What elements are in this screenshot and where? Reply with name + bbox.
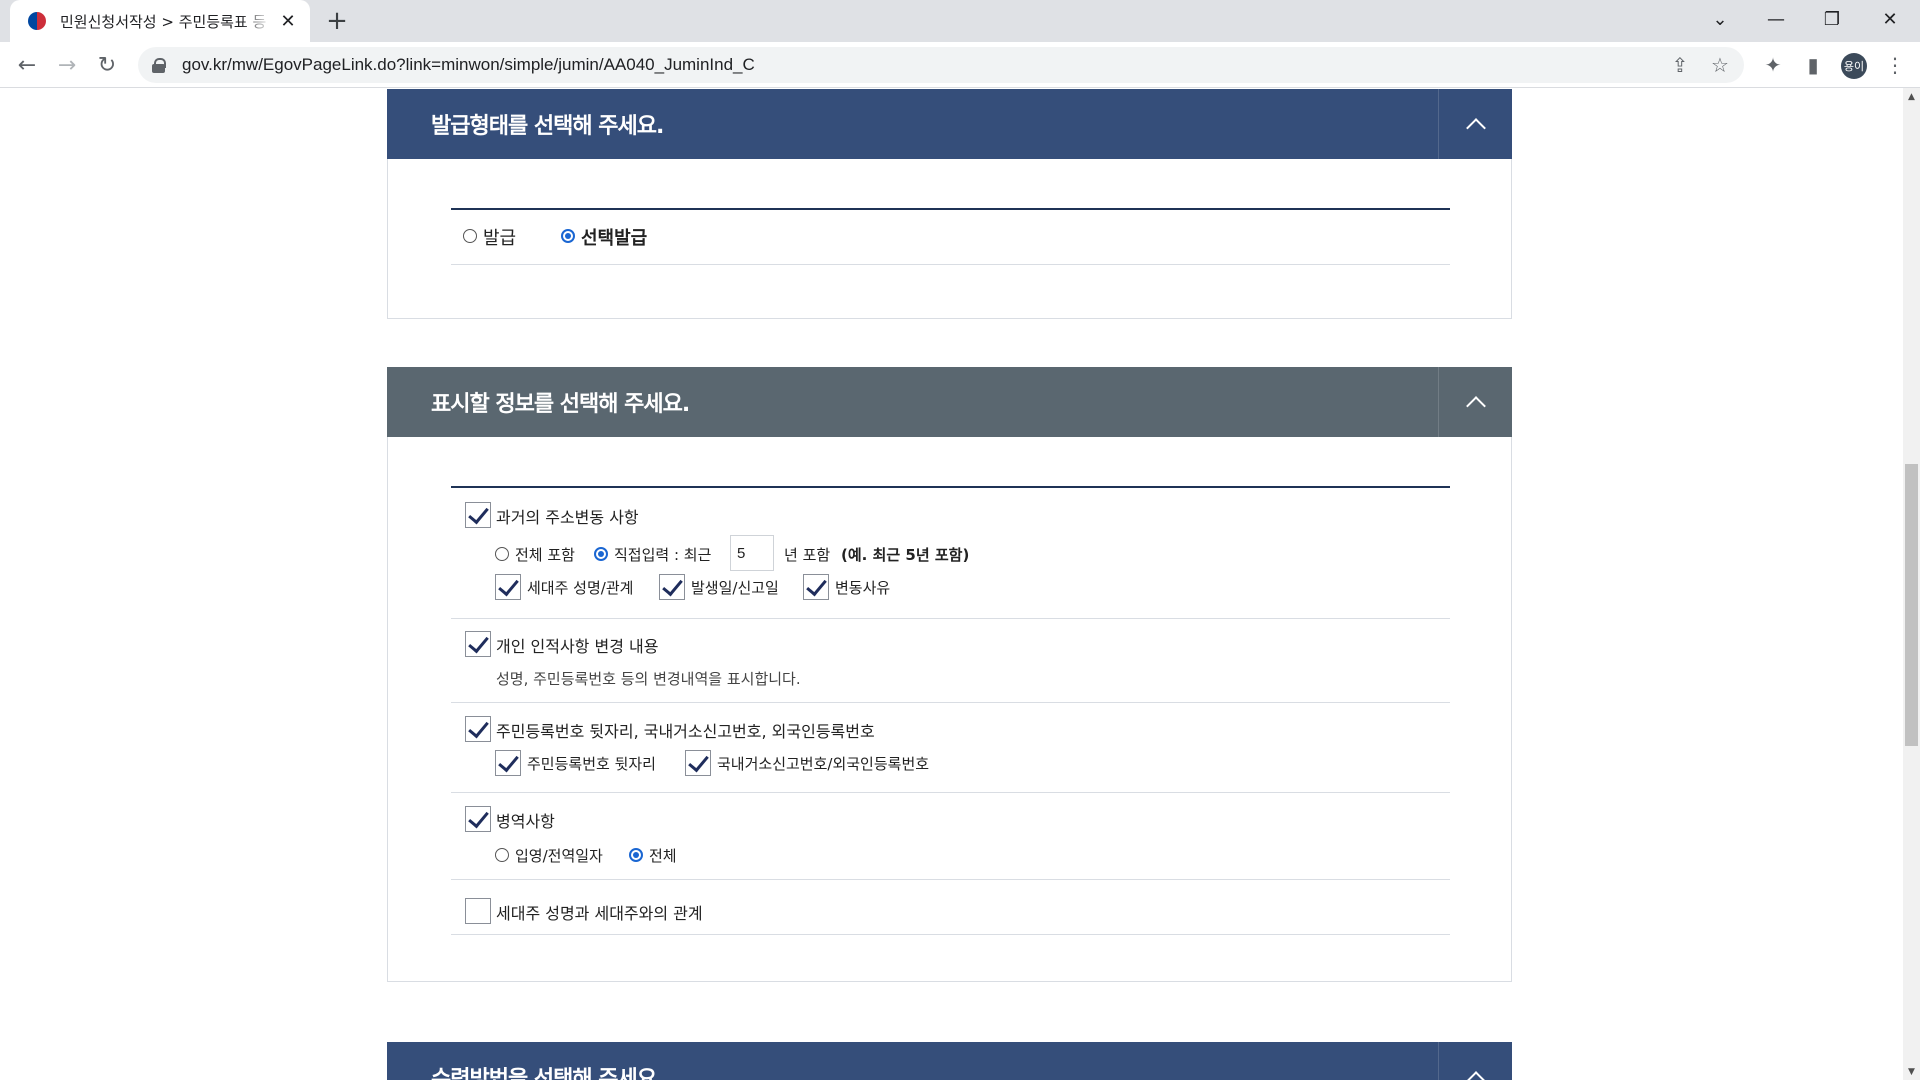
lock-icon[interactable] [152, 58, 166, 73]
display-info-header[interactable]: 표시할 정보를 선택해 주세요. [387, 367, 1512, 437]
url-text[interactable]: gov.kr/mw/EgovPageLink.do?link=minwon/si… [182, 55, 755, 75]
divider [451, 792, 1450, 793]
extensions-icon[interactable]: ✦ [1758, 50, 1788, 80]
forward-icon[interactable]: → [52, 50, 82, 80]
tab-close-icon[interactable]: ✕ [278, 11, 298, 32]
display-info-collapse-button[interactable] [1438, 367, 1512, 437]
radio-military-dates[interactable] [495, 848, 509, 862]
new-tab-button[interactable]: + [322, 6, 352, 36]
checkbox-address-history[interactable] [465, 502, 491, 528]
checkbox-change-reason[interactable] [803, 574, 829, 600]
scroll-up-arrow-icon[interactable]: ▲ [1903, 88, 1920, 105]
chevron-up-icon [1465, 396, 1486, 416]
issue-type-collapse-button[interactable] [1438, 89, 1512, 159]
address-bar[interactable]: gov.kr/mw/EgovPageLink.do?link=minwon/si… [138, 47, 1744, 83]
radio-military-dates-label[interactable]: 입영/전역일자 [515, 845, 603, 866]
checkbox-householder-name-relation[interactable] [495, 574, 521, 600]
browser-tab-active[interactable]: 민원신청서작성 > 주민등록표 등 ✕ [10, 0, 310, 42]
reload-icon[interactable]: ↻ [92, 50, 122, 80]
radio-military-all-label[interactable]: 전체 [649, 845, 677, 866]
checkbox-householder[interactable] [465, 898, 491, 924]
share-icon[interactable]: ⇪ [1666, 51, 1694, 79]
tab-title: 민원신청서작성 > 주민등록표 등 [60, 12, 267, 31]
display-info-title: 표시할 정보를 선택해 주세요. [431, 392, 690, 417]
years-example-label: (예. 최근 5년 포함) [841, 546, 970, 564]
military-label[interactable]: 병역사항 [496, 808, 555, 832]
radio-address-all[interactable] [495, 547, 509, 561]
householder-name-relation-label[interactable]: 세대주 성명/관계 [527, 577, 633, 598]
minimize-button[interactable]: — [1756, 0, 1796, 38]
back-icon[interactable]: ← [12, 50, 42, 80]
page-viewport: 발급형태를 선택해 주세요. 발급 선택발급 표시할 정보를 선택해 주세요. [0, 88, 1920, 1080]
id-numbers-label[interactable]: 주민등록번호 뒷자리, 국내거소신고번호, 외국인등록번호 [496, 718, 875, 742]
receive-method-header[interactable]: 수령방법을 선택해 주세요. [387, 1042, 1512, 1080]
profile-avatar[interactable]: 용이 [1841, 53, 1867, 79]
site-favicon-icon [28, 12, 46, 30]
page-scrollbar[interactable]: ▲ ▼ [1903, 88, 1920, 1080]
residence-foreigner-number-label[interactable]: 국내거소신고번호/외국인등록번호 [717, 753, 929, 774]
divider [451, 702, 1450, 703]
restore-button[interactable]: ❐ [1812, 0, 1852, 38]
radio-address-direct[interactable] [594, 547, 608, 561]
receive-method-title: 수령방법을 선택해 주세요. [431, 1067, 664, 1080]
receive-method-collapse-button[interactable] [1438, 1042, 1512, 1080]
chevron-up-icon [1465, 118, 1486, 138]
divider [451, 618, 1450, 619]
personal-changes-label[interactable]: 개인 인적사항 변경 내용 [496, 633, 658, 657]
address-history-label[interactable]: 과거의 주소변동 사항 [496, 504, 639, 528]
radio-military-all[interactable] [629, 848, 643, 862]
display-info-section: 표시할 정보를 선택해 주세요. 과거의 주소변동 사항 전체 포함 직접입력 … [387, 367, 1512, 982]
radio-address-direct-label[interactable]: 직접입력 : 최근 [614, 544, 711, 565]
occurrence-date-label[interactable]: 발생일/신고일 [691, 577, 779, 598]
side-panel-icon[interactable]: ▮ [1798, 50, 1828, 80]
checkbox-occurrence-date[interactable] [659, 574, 685, 600]
menu-kebab-icon[interactable]: ⋮ [1880, 50, 1910, 80]
radio-address-all-label[interactable]: 전체 포함 [515, 544, 575, 565]
chevron-up-icon [1465, 1071, 1486, 1080]
radio-selective-issue[interactable] [561, 229, 575, 243]
rrn-suffix-label[interactable]: 주민등록번호 뒷자리 [527, 753, 656, 774]
issue-type-title: 발급형태를 선택해 주세요. [431, 114, 664, 139]
checkbox-military[interactable] [465, 806, 491, 832]
years-suffix-label: 년 포함 [784, 546, 831, 564]
divider [451, 879, 1450, 880]
bookmark-star-icon[interactable]: ☆ [1706, 51, 1734, 79]
divider [451, 934, 1450, 935]
scroll-down-arrow-icon[interactable]: ▼ [1903, 1063, 1920, 1080]
receive-method-section: 수령방법을 선택해 주세요. [387, 1042, 1512, 1080]
radio-selective-issue-label[interactable]: 선택발급 [581, 224, 647, 250]
browser-toolbar: ← → ↻ gov.kr/mw/EgovPageLink.do?link=min… [0, 42, 1920, 88]
personal-changes-desc: 성명, 주민등록번호 등의 변경내역을 표시합니다. [496, 670, 801, 688]
scrollbar-thumb[interactable] [1905, 464, 1918, 746]
divider [451, 264, 1450, 265]
issue-type-body: 발급 선택발급 [387, 159, 1512, 319]
display-info-body: 과거의 주소변동 사항 전체 포함 직접입력 : 최근 년 포함 (예. 최근 … [387, 437, 1512, 982]
divider [451, 208, 1450, 210]
tab-search-icon[interactable]: ⌄ [1700, 0, 1740, 38]
close-window-button[interactable]: ✕ [1870, 0, 1910, 38]
checkbox-id-numbers[interactable] [465, 716, 491, 742]
checkbox-personal-changes[interactable] [465, 631, 491, 657]
radio-issue-label[interactable]: 발급 [483, 224, 516, 250]
issue-type-section: 발급형태를 선택해 주세요. 발급 선택발급 [387, 89, 1512, 319]
checkbox-rrn-suffix[interactable] [495, 750, 521, 776]
change-reason-label[interactable]: 변동사유 [835, 577, 890, 598]
checkbox-residence-foreigner-number[interactable] [685, 750, 711, 776]
divider [451, 486, 1450, 488]
recent-years-input[interactable] [730, 535, 774, 571]
issue-type-header[interactable]: 발급형태를 선택해 주세요. [387, 89, 1512, 159]
radio-issue[interactable] [463, 229, 477, 243]
browser-tabbar: 민원신청서작성 > 주민등록표 등 ✕ + ⌄ — ❐ ✕ [0, 0, 1920, 42]
householder-label[interactable]: 세대주 성명과 세대주와의 관계 [496, 900, 703, 924]
